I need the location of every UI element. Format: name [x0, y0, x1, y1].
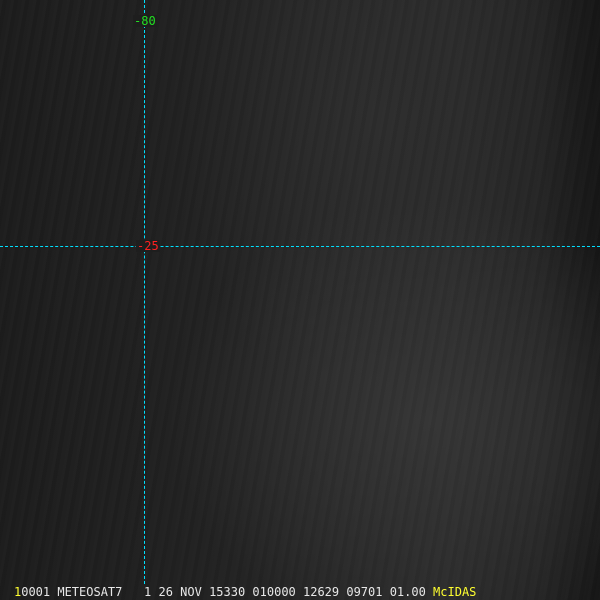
longitude-label: -80	[133, 14, 157, 28]
longitude-grid-line	[144, 0, 145, 584]
satellite-image: -80 -25 10001 METEOSAT7 1 26 NOV 15330 0…	[0, 0, 600, 600]
image-metadata: 0001 METEOSAT7 1 26 NOV 15330 010000 126…	[21, 585, 426, 599]
mcidas-brand: McIDAS	[433, 585, 477, 599]
latitude-grid-line	[0, 246, 600, 247]
cloud-texture	[0, 0, 600, 600]
image-info-bar: 10001 METEOSAT7 1 26 NOV 15330 010000 12…	[14, 586, 476, 598]
latitude-label: -25	[136, 239, 160, 253]
